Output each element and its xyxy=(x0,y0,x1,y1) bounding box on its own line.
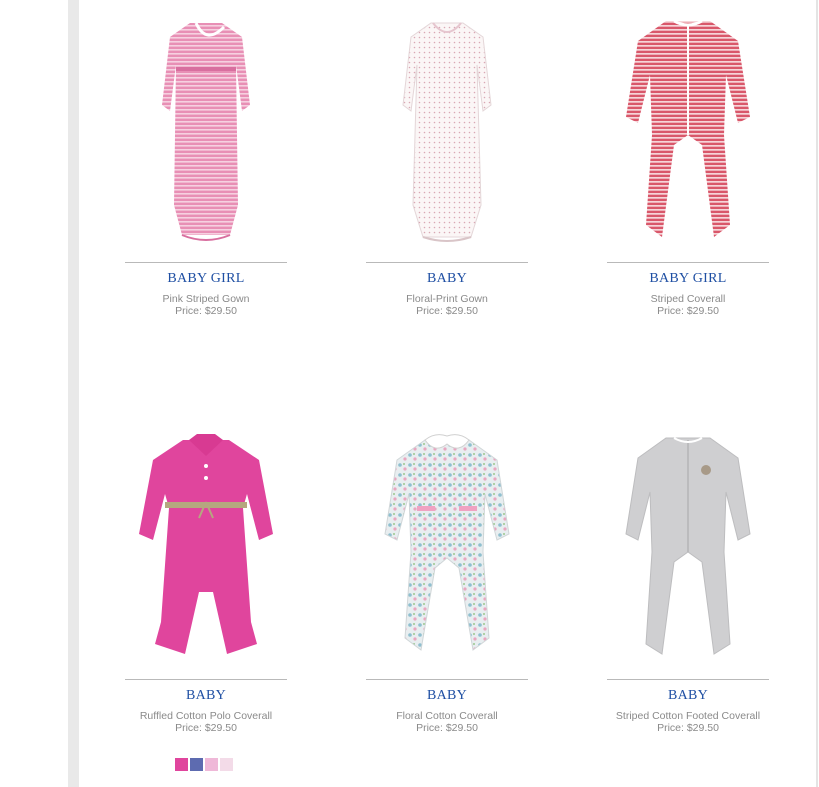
divider xyxy=(366,262,528,263)
left-margin xyxy=(0,0,68,787)
product-category[interactable]: BABY xyxy=(607,688,769,704)
pink-striped-gown-image[interactable] xyxy=(125,0,287,250)
product-name[interactable]: Striped Cotton Footed Coverall xyxy=(577,710,799,722)
left-border-bar xyxy=(68,0,79,787)
striped-footed-coverall-image[interactable] xyxy=(607,417,769,667)
product-price: Price: $29.50 xyxy=(416,722,478,734)
product-price: Price: $29.50 xyxy=(175,722,237,734)
floral-print-gown-image[interactable] xyxy=(366,0,528,250)
divider xyxy=(125,679,287,680)
floral-cotton-coverall-image[interactable] xyxy=(366,417,528,667)
color-swatch[interactable] xyxy=(189,757,204,772)
color-swatches xyxy=(174,757,234,772)
color-swatch[interactable] xyxy=(204,757,219,772)
color-swatch[interactable] xyxy=(174,757,189,772)
product-name[interactable]: Striped Coverall xyxy=(577,293,799,305)
product-name[interactable]: Pink Striped Gown xyxy=(95,293,317,305)
divider xyxy=(607,262,769,263)
product-category[interactable]: BABY GIRL xyxy=(607,271,769,287)
product-category[interactable]: BABY GIRL xyxy=(125,271,287,287)
product-category[interactable]: BABY xyxy=(366,688,528,704)
ruffled-polo-coverall-image[interactable] xyxy=(125,417,287,667)
divider xyxy=(607,679,769,680)
product-price: Price: $29.50 xyxy=(657,722,719,734)
product-price: Price: $29.50 xyxy=(175,305,237,317)
product-name[interactable]: Ruffled Cotton Polo Coverall xyxy=(95,710,317,722)
product-category[interactable]: BABY xyxy=(125,688,287,704)
color-swatch[interactable] xyxy=(219,757,234,772)
striped-coverall-image[interactable] xyxy=(607,0,769,250)
product-price: Price: $29.50 xyxy=(657,305,719,317)
product-category[interactable]: BABY xyxy=(366,271,528,287)
product-price: Price: $29.50 xyxy=(416,305,478,317)
divider xyxy=(125,262,287,263)
right-border-line xyxy=(816,0,818,787)
product-name[interactable]: Floral Cotton Coverall xyxy=(336,710,558,722)
product-name[interactable]: Floral-Print Gown xyxy=(336,293,558,305)
divider xyxy=(366,679,528,680)
